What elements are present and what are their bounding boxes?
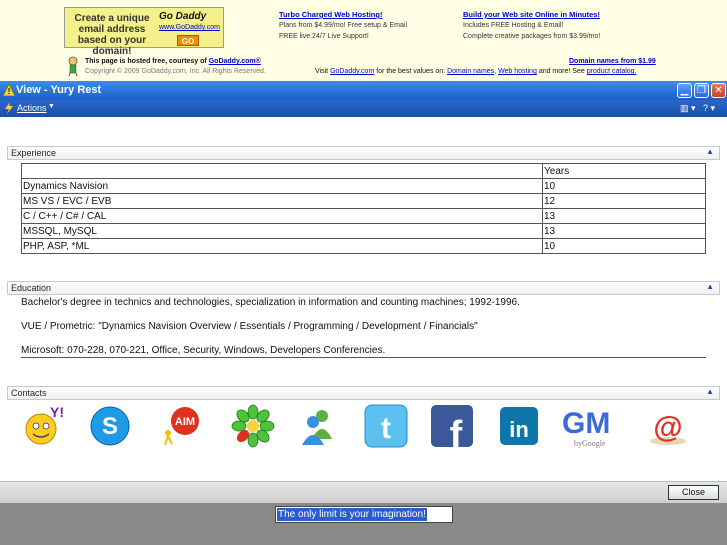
- copyright: Copyright © 2009 GoDaddy.com, Inc. All R…: [85, 68, 266, 75]
- chevron-down-icon[interactable]: ▼: [48, 103, 55, 110]
- contacts-title: Contacts: [11, 388, 47, 398]
- hosting-ad-line2: FREE live 24/7 Live Support!: [279, 33, 369, 40]
- collapse-icon[interactable]: ▲: [706, 387, 714, 396]
- go-button[interactable]: GO: [177, 35, 199, 46]
- web-hosting-link[interactable]: Web hosting: [498, 68, 537, 75]
- godaddy-mascot-icon: [68, 56, 78, 76]
- ad-banner: Create a unique email address based on y…: [0, 0, 727, 81]
- twitter-icon[interactable]: t: [363, 403, 409, 449]
- window-titlebar[interactable]: View - Yury Rest ▁ ❐ ✕: [0, 81, 727, 100]
- years-cell: 13: [542, 223, 706, 239]
- education-section-header[interactable]: Education ▲: [7, 281, 720, 295]
- table-row: PHP, ASP, *ML 10: [21, 238, 706, 254]
- product-catalog-link[interactable]: product catalog.: [587, 68, 637, 75]
- skill-cell: PHP, ASP, *ML: [21, 238, 543, 254]
- email-label: @: [653, 411, 682, 444]
- hosted-notice: This page is hosted free, courtesy of Go…: [85, 58, 261, 65]
- content-area: Experience ▲ Years Dynamics Navision 10 …: [0, 117, 727, 481]
- hosting-ad: Turbo Charged Web Hosting! Plans from $4…: [279, 9, 449, 42]
- divider: [21, 357, 706, 358]
- facebook-label: f: [450, 414, 463, 449]
- experience-table: Years Dynamics Navision 10 MS VS / EVC /…: [21, 163, 706, 254]
- godaddy-logo: Go Daddy: [159, 11, 207, 22]
- skype-icon[interactable]: S: [87, 403, 133, 449]
- contacts-section-header[interactable]: Contacts ▲: [7, 386, 720, 400]
- table-header-row: Years: [21, 163, 706, 179]
- years-cell: 10: [542, 178, 706, 194]
- aim-icon[interactable]: AIM: [159, 403, 205, 449]
- visit-prefix: Visit: [315, 68, 329, 75]
- years-cell: 13: [542, 208, 706, 224]
- website-builder-ad-line1: Includes FREE Hosting & Email!: [463, 22, 564, 29]
- education-degree: Bachelor's degree in technics and techno…: [21, 297, 520, 308]
- skill-cell: MSSQL, MySQL: [21, 223, 543, 239]
- godaddy-url[interactable]: www.GoDaddy.com: [159, 24, 220, 31]
- maximize-button[interactable]: ❐: [694, 83, 709, 98]
- window-close-button[interactable]: ✕: [711, 83, 726, 98]
- skill-cell: Dynamics Navision: [21, 178, 543, 194]
- gmail-icon[interactable]: GM byGoogle: [560, 403, 624, 449]
- help-menu-button[interactable]: ? ▾: [703, 103, 715, 114]
- website-builder-ad-link[interactable]: Build your Web site Online in Minutes!: [463, 9, 663, 20]
- skype-label: S: [102, 413, 118, 440]
- skill-cell: C / C++ / C# / CAL: [21, 208, 543, 224]
- collapse-icon[interactable]: ▲: [706, 282, 714, 291]
- facebook-icon[interactable]: f: [429, 403, 475, 449]
- table-row: Dynamics Navision 10: [21, 178, 706, 194]
- twitter-label: t: [381, 412, 391, 445]
- close-button[interactable]: Close: [668, 485, 719, 500]
- minimize-button[interactable]: ▁: [677, 83, 692, 98]
- years-cell: 10: [542, 238, 706, 254]
- visit-mid2: and more! See: [538, 68, 585, 75]
- email-icon[interactable]: @: [645, 403, 691, 449]
- gmail-sub-label: byGoogle: [574, 439, 606, 448]
- experience-title: Experience: [11, 148, 57, 158]
- aim-label: AIM: [175, 416, 195, 428]
- lightning-icon: [5, 102, 13, 114]
- linkedin-label: in: [509, 417, 529, 442]
- experience-table-body: Years Dynamics Navision 10 MS VS / EVC /…: [21, 163, 706, 254]
- visit-line: Visit GoDaddy.com for the best values on…: [315, 68, 637, 75]
- hosting-ad-link[interactable]: Turbo Charged Web Hosting!: [279, 9, 449, 20]
- table-header-cell: Years: [542, 163, 706, 179]
- education-microsoft-exams: Microsoft: 070-228, 070-221, Office, Sec…: [21, 345, 386, 356]
- table-row: C / C++ / C# / CAL 13: [21, 208, 706, 224]
- godaddy-link[interactable]: GoDaddy.com®: [209, 58, 261, 65]
- window-title: View - Yury Rest: [16, 84, 102, 96]
- yahoo-label: Y!: [50, 404, 64, 420]
- app-warning-icon: [3, 84, 15, 96]
- visit-godaddy-link[interactable]: GoDaddy.com: [330, 68, 374, 75]
- website-builder-ad-line2: Complete creative packages from $3.99/mo…: [463, 33, 601, 40]
- collapse-icon[interactable]: ▲: [706, 147, 714, 156]
- table-header-cell: [21, 163, 543, 179]
- table-row: MS VS / EVC / EVB 12: [21, 193, 706, 209]
- domain-price-link[interactable]: Domain names from $1.99: [569, 58, 656, 65]
- status-field[interactable]: The only limit is your imagination!: [275, 506, 453, 523]
- dialog-footer: [0, 481, 727, 503]
- toolbar: Actions ▼ ▥ ▾ ? ▾: [0, 100, 727, 117]
- status-text: The only limit is your imagination!: [277, 508, 427, 521]
- hosted-notice-text: This page is hosted free, courtesy of: [85, 58, 207, 65]
- email-ad-box[interactable]: Create a unique email address based on y…: [64, 7, 224, 57]
- skill-cell: MS VS / EVC / EVB: [21, 193, 543, 209]
- education-title: Education: [11, 283, 52, 293]
- linkedin-icon[interactable]: in: [496, 403, 542, 449]
- experience-section-header[interactable]: Experience ▲: [7, 146, 720, 160]
- visit-mid: for the best values on:: [376, 68, 446, 75]
- gmail-label: GM: [562, 407, 610, 440]
- actions-menu[interactable]: Actions: [17, 103, 47, 113]
- domain-names-link[interactable]: Domain names: [447, 68, 494, 75]
- education-certification: VUE / Prometric: "Dynamics Navision Over…: [21, 321, 478, 332]
- hosting-ad-line1: Plans from $4.99/mo! Free setup & Email: [279, 22, 407, 29]
- years-cell: 12: [542, 193, 706, 209]
- website-builder-ad: Build your Web site Online in Minutes! I…: [463, 9, 663, 42]
- icq-icon[interactable]: [230, 403, 276, 449]
- email-ad-text: Create a unique email address based on y…: [74, 13, 150, 57]
- msn-messenger-icon[interactable]: [296, 403, 342, 449]
- view-menu-button[interactable]: ▥ ▾: [680, 103, 696, 114]
- table-row: MSSQL, MySQL 13: [21, 223, 706, 239]
- yahoo-messenger-icon[interactable]: Y!: [20, 403, 66, 449]
